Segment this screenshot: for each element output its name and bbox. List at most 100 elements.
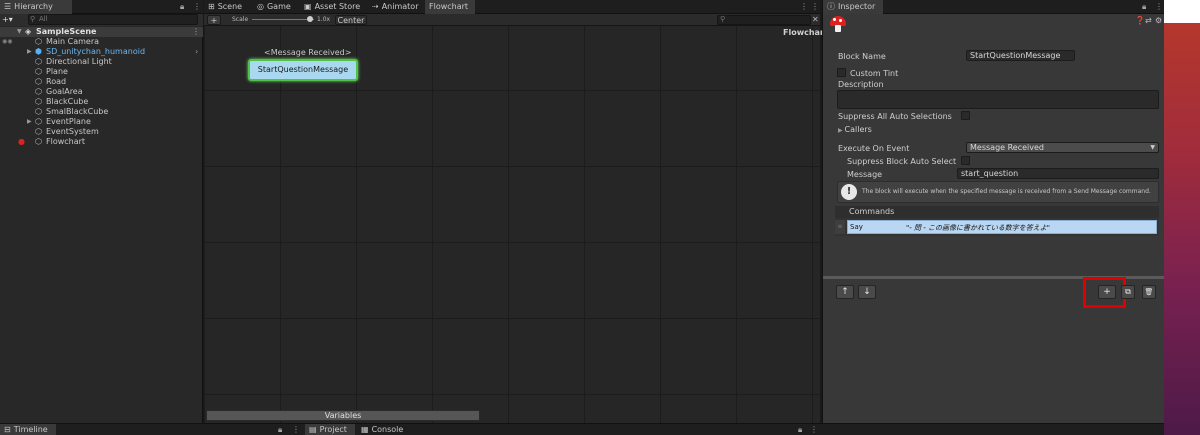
tab-flowchart[interactable]: Flowchart [425,0,475,14]
flowchart-canvas[interactable]: Flowchart <Message Received> StartQuesti… [204,26,828,423]
info-icon: ⓘ [827,2,835,11]
delete-command-button[interactable]: 🗑 [1142,285,1156,299]
gameobject-cube-icon: ⬡ [35,87,42,96]
block-name-label: Block Name [838,52,886,61]
animator-icon: ⇢ [372,2,379,11]
kebab-menu-icon[interactable]: ⋮ [1155,0,1163,14]
callers-foldout[interactable]: ▶ Callers [838,125,872,134]
hierarchy-panel: ☰ Hierarchy 🔒︎ ⋮ +▾ ⚲ All ▼ ◈ SampleScene… [0,0,203,423]
commands-header: Commands [835,206,1159,218]
drag-handle-icon[interactable]: ≡ [835,220,845,234]
execute-on-event-dropdown[interactable]: Message Received ▼ [966,142,1159,153]
lock-icon[interactable]: 🔒︎ [1142,0,1146,14]
tab-project[interactable]: ▤ Project [305,424,355,435]
tree-item-directional-light[interactable]: ⬡ Directional Light [0,57,203,67]
suppress-all-checkbox[interactable] [961,111,970,120]
tab-scene[interactable]: ⊞ Scene [204,0,246,14]
tree-item-eventsystem[interactable]: ⬡ EventSystem [0,127,203,137]
tab-inspector[interactable]: ⓘ Inspector [823,0,883,14]
mushroom-icon: ● [18,137,25,146]
execute-on-event-label: Execute On Event [838,144,910,153]
tab-console[interactable]: ▦ Console [357,424,407,435]
duplicate-command-button[interactable]: ⧉ [1121,285,1135,299]
tab-asset-store[interactable]: ▣ Asset Store [300,0,364,14]
collapse-arrow-icon[interactable]: ▶ [27,47,32,57]
flowchart-search-input[interactable]: ⚲ [717,15,811,25]
move-down-button[interactable]: ↓ [858,285,876,299]
block-name-input[interactable]: StartQuestionMessage [966,50,1075,61]
help-box: ! The block will execute when the specif… [837,181,1159,203]
add-block-button[interactable]: + [207,15,221,25]
preset-icon[interactable]: ⇄ [1145,16,1152,25]
clear-search-icon[interactable]: ✕ [812,14,819,25]
tab-hierarchy[interactable]: ☰ Hierarchy [0,0,72,14]
message-input[interactable]: start_question [957,168,1159,179]
tree-item-goalarea[interactable]: ⬡ GoalArea [0,87,203,97]
gear-icon[interactable]: ⚙ [1155,16,1162,25]
tree-item-unitychan[interactable]: ▶ ⬢ SD_unitychan_humanoid › [0,47,203,57]
kebab-menu-icon[interactable]: ⋮ [193,0,201,14]
tree-item-plane[interactable]: ⬡ Plane [0,67,203,77]
tree-item-main-camera[interactable]: ◉◉ ⬡ Main Camera [0,37,203,47]
add-object-button[interactable]: +▾ [2,14,13,25]
scene-row[interactable]: ▼ ◈ SampleScene ⋮ [0,27,203,37]
folder-icon: ▤ [309,425,317,434]
gameobject-cube-icon: ⬡ [35,57,42,66]
lock-icon[interactable]: 🔒︎ [278,424,282,435]
custom-tint-label: Custom Tint [850,69,899,78]
message-label: Message [847,170,883,179]
fungus-mushroom-icon [828,16,848,34]
tree-item-flowchart[interactable]: ● ⬡ Flowchart [0,137,203,147]
tree-item-blackcube[interactable]: ⬡ BlackCube [0,97,203,107]
scale-slider-handle[interactable] [307,16,313,22]
inspector-panel: ⓘ Inspector 🔒︎ ⋮ ❓ ⇄ ⚙ Block Name StartQu… [822,0,1165,423]
desktop-white-area [1164,0,1200,23]
help-text: The block will execute when the specifie… [862,188,1151,195]
lock-icon[interactable]: 🔒︎ [180,0,184,14]
search-icon: ⚲ [720,15,726,23]
help-icon[interactable]: ❓ [1135,16,1145,25]
move-up-button[interactable]: ↑ [836,285,854,299]
gameobject-cube-icon: ⬡ [35,107,42,116]
console-icon: ▦ [361,425,369,434]
custom-tint-checkbox[interactable] [837,68,846,77]
visibility-icon[interactable]: ◉◉ [2,37,12,47]
tree-item-smalblackcube[interactable]: ⬡ SmalBlackCube [0,107,203,117]
scale-slider[interactable] [252,19,314,20]
hierarchy-search-input[interactable]: ⚲ All [28,14,198,25]
info-circle-icon: ! [841,184,857,200]
desktop-background [1164,0,1200,435]
center-tabbar: ⊞ Scene ◎ Game ▣ Asset Store ⇢ Animator Flow… [204,0,820,14]
lock-icon[interactable]: 🔒︎ [798,424,802,435]
tree-item-eventplane[interactable]: ▶ ⬡ EventPlane [0,117,203,127]
scene-grid-icon: ⊞ [208,2,215,11]
gameobject-cube-icon: ⬡ [35,67,42,76]
dropdown-arrow-icon: ▼ [1150,144,1155,151]
expand-arrow-icon[interactable]: ▼ [17,27,22,37]
timeline-icon: ⊟ [4,425,11,434]
center-button[interactable]: Center [335,15,367,25]
flowchart-block[interactable]: StartQuestionMessage [248,59,358,81]
description-textarea[interactable] [837,90,1159,109]
shopping-bag-icon: ▣ [304,2,312,11]
tree-item-road[interactable]: ⬡ Road [0,77,203,87]
flowchart-toolbar: + Scale 1.0x Center ⚲ ✕ [204,14,820,26]
kebab-menu-icon[interactable]: ⋮ [292,424,300,435]
search-icon: ⚲ [30,15,36,23]
variables-button[interactable]: Variables [206,410,480,421]
kebab-menu-icon[interactable]: ⋮ [810,424,818,435]
collapse-arrow-icon[interactable]: ▶ [27,117,32,127]
gameobject-cube-icon: ⬡ [35,77,42,86]
kebab-menu-icon[interactable]: ⋮ [811,0,819,14]
suppress-block-checkbox[interactable] [961,156,970,165]
command-row-say[interactable]: Say "- 問 - この画像に書かれている数字を答えよ" [847,220,1157,234]
tab-game[interactable]: ◎ Game [253,0,295,14]
tab-timeline[interactable]: ⊟ Timeline [0,424,56,435]
hierarchy-list-icon: ☰ [4,2,12,11]
tab-animator[interactable]: ⇢ Animator [368,0,422,14]
commands-list: ≡ Say "- 問 - この画像に書かれている数字を答えよ" [835,218,1159,236]
chevron-right-icon[interactable]: › [195,47,198,57]
kebab-menu-icon[interactable]: ⋮ [800,0,808,14]
highlight-box [1083,277,1126,308]
scene-menu-icon[interactable]: ⋮ [192,27,200,37]
